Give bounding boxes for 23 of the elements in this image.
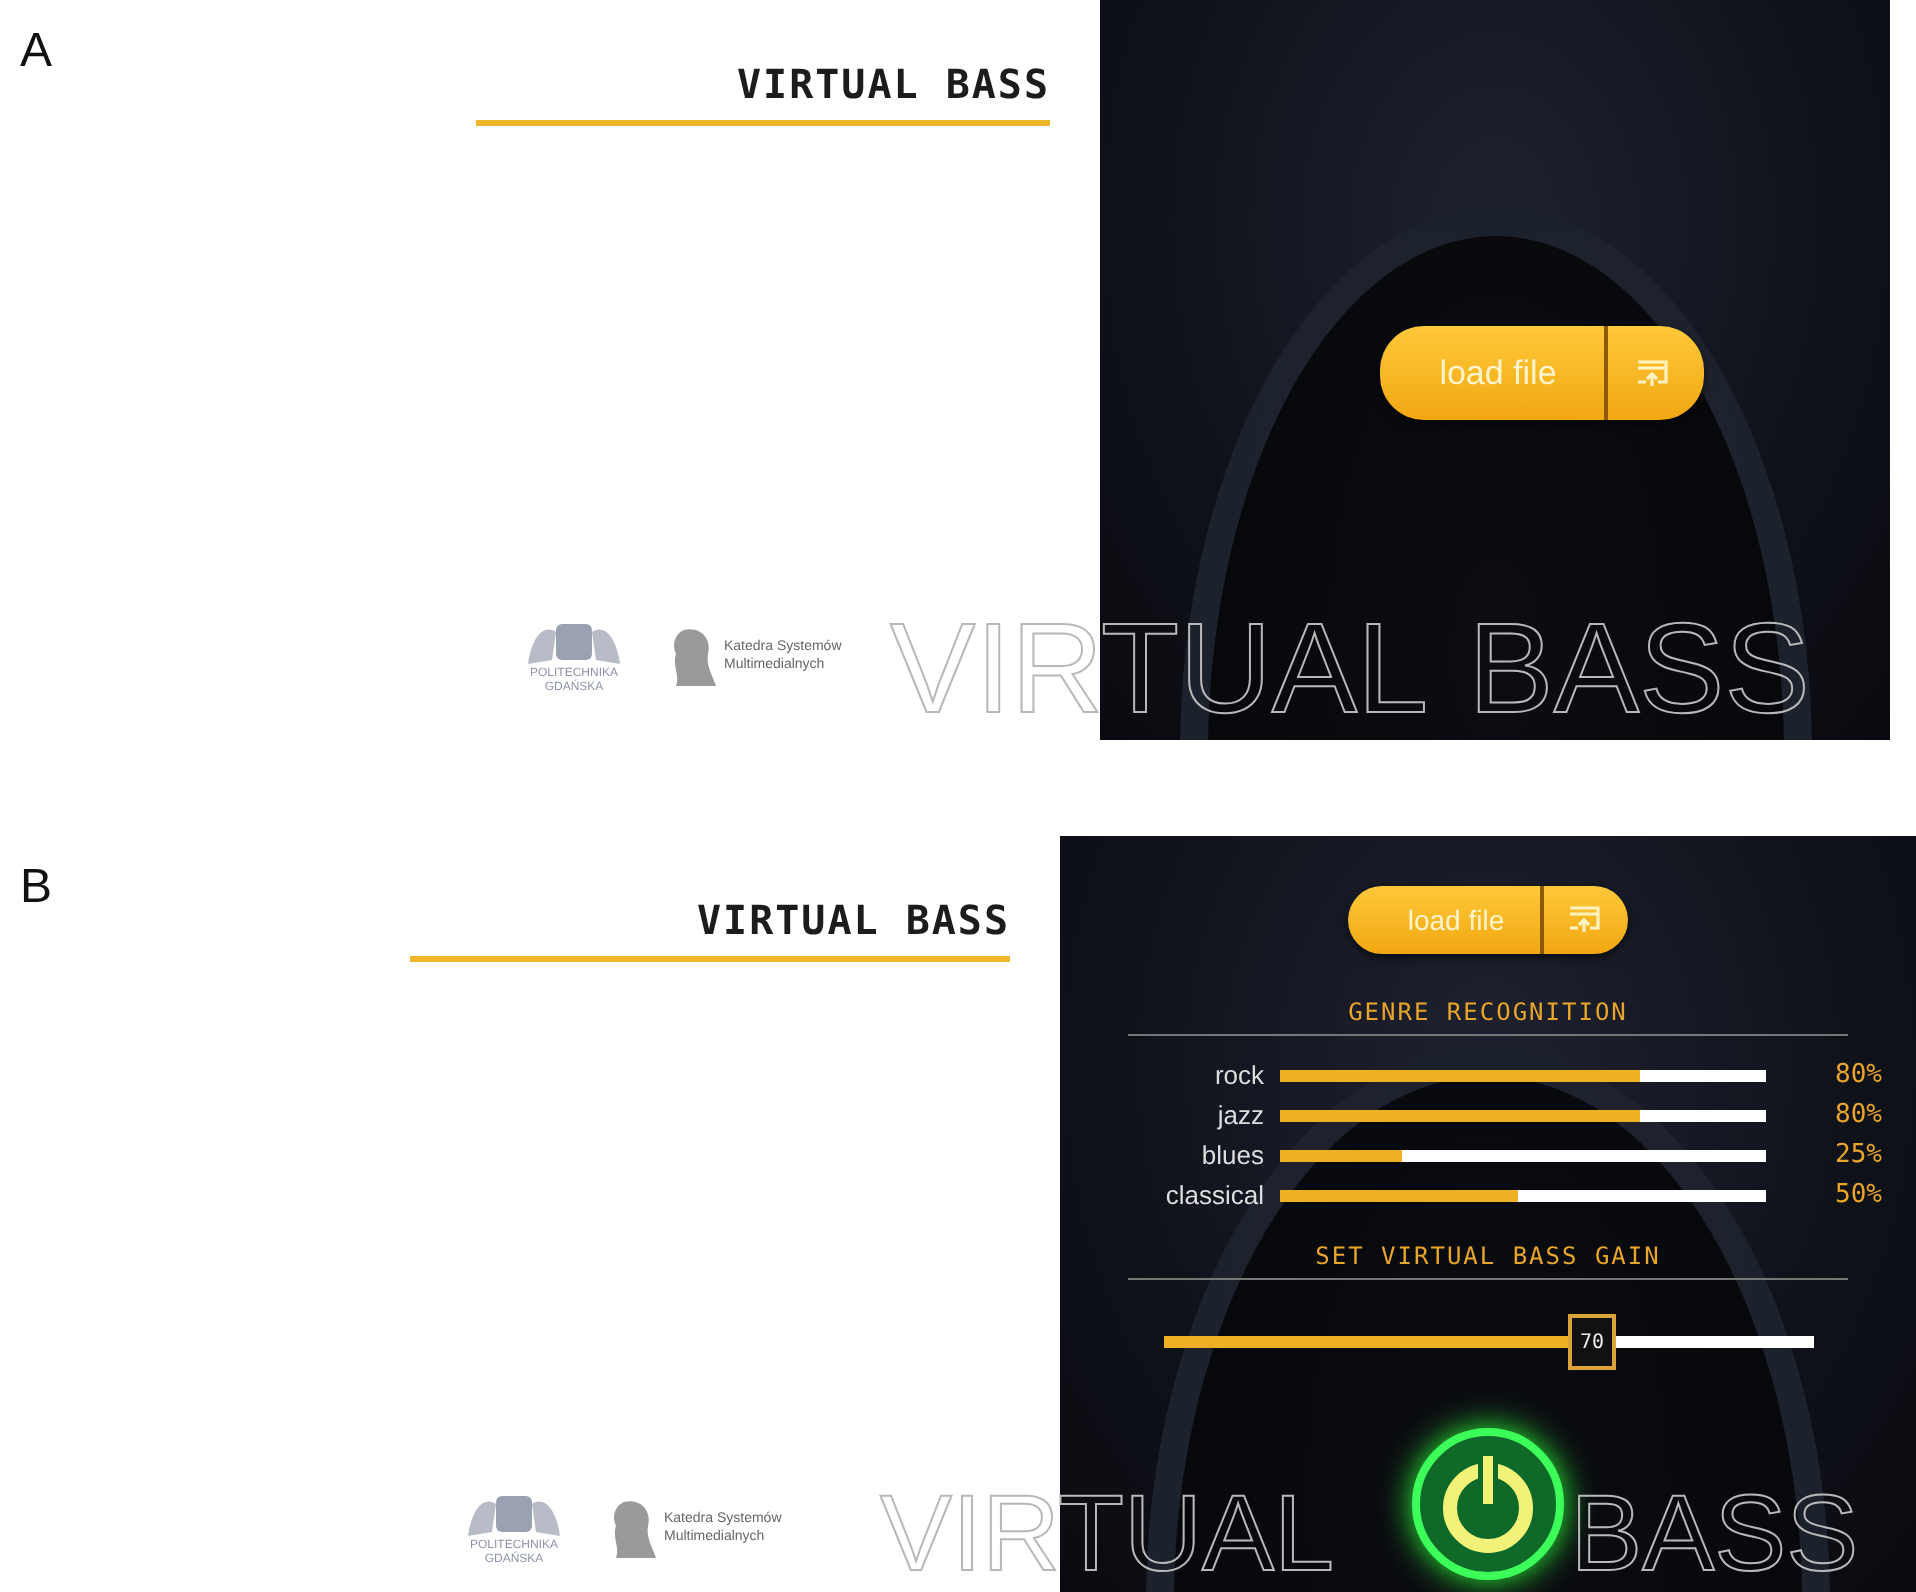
panel-label: B	[20, 860, 53, 916]
genre-label: classical	[1163, 1180, 1264, 1210]
genre-label: jazz	[1215, 1100, 1264, 1130]
genre-label: blues	[1199, 1140, 1264, 1170]
app-title: VIRTUAL BASS	[697, 896, 1010, 944]
app-title: VIRTUAL BASS	[737, 60, 1050, 108]
bust-silhouette-icon	[608, 1497, 656, 1558]
slider-thumb[interactable]: 70	[1568, 1314, 1616, 1370]
bust-silhouette-icon	[668, 625, 716, 686]
panel-label: A	[20, 24, 53, 80]
upload-icon	[1636, 359, 1669, 387]
upload-icon	[1568, 906, 1601, 934]
genre-percentage: 80%	[1833, 1100, 1882, 1130]
genre-label: rock	[1212, 1060, 1264, 1090]
gain-slider[interactable]: 70	[1163, 1312, 1813, 1372]
power-button[interactable]	[1408, 1424, 1568, 1584]
watermark-word: BASS	[1570, 1480, 1859, 1588]
watermark-word: BASS	[1468, 604, 1810, 732]
section-title: SET VIRTUAL BASS GAIN	[1315, 1242, 1661, 1270]
genre-percentage: 25%	[1833, 1140, 1882, 1170]
genre-percentage: 50%	[1833, 1180, 1882, 1210]
section-title: GENRE RECOGNITION	[1348, 998, 1628, 1026]
genre-percentage: 80%	[1833, 1060, 1882, 1090]
